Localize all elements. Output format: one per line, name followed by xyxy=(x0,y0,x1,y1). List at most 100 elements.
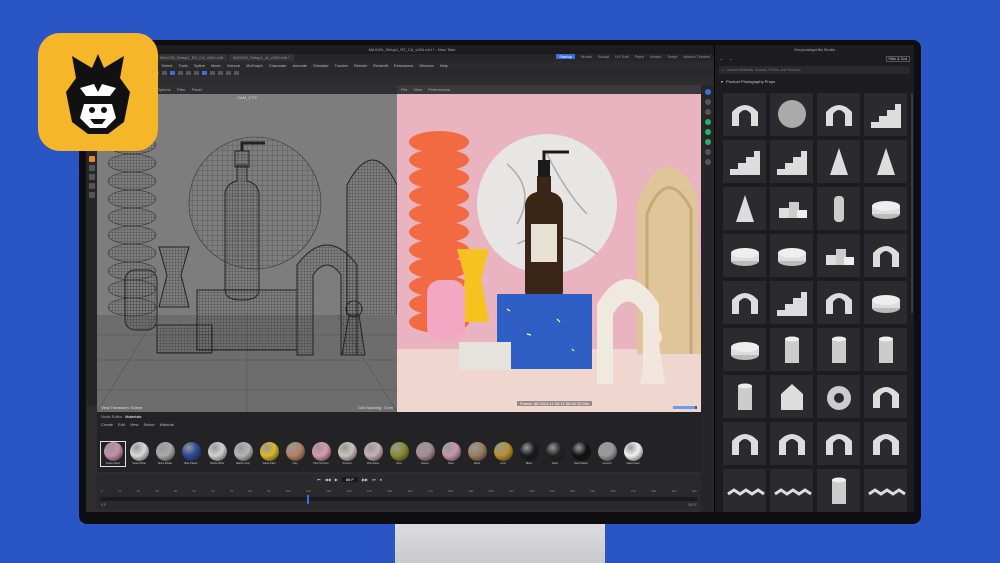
history-icon[interactable] xyxy=(704,159,711,165)
material-swatch[interactable]: Wood xyxy=(465,442,489,466)
round-step-prop-icon[interactable] xyxy=(770,234,813,277)
material-swatch[interactable]: Marble White xyxy=(205,442,229,466)
previous-key-icon[interactable]: ◀◀ xyxy=(325,477,331,482)
mat-menu-item[interactable]: Create xyxy=(101,422,113,427)
cloner-icon[interactable] xyxy=(234,70,239,75)
arch-steps-prop-icon[interactable] xyxy=(770,281,813,324)
layout-tab-paint[interactable]: Paint xyxy=(635,54,644,59)
material-swatch[interactable]: Blue Plastic xyxy=(179,442,203,466)
menu-item[interactable]: Volume xyxy=(227,63,240,68)
record-icon[interactable]: ● xyxy=(380,477,382,482)
points-mode-icon[interactable] xyxy=(88,165,95,171)
material-swatch[interactable]: Dark Plastic xyxy=(569,442,593,466)
spike-prop-icon[interactable] xyxy=(723,187,766,230)
menu-item[interactable]: Extensions xyxy=(394,63,414,68)
menu-item[interactable]: Tools xyxy=(179,63,188,68)
menu-item[interactable]: Tracker xyxy=(335,63,348,68)
column-prop-icon[interactable] xyxy=(864,328,907,371)
cube-icon[interactable] xyxy=(210,70,215,75)
rv-menu-item[interactable]: Preferences xyxy=(428,87,450,92)
menu-item[interactable]: Animate xyxy=(292,63,307,68)
bracket-prop-icon[interactable] xyxy=(864,375,907,418)
stairs-prop-icon[interactable] xyxy=(864,93,907,136)
render-viewport[interactable]: File View Preferences Frame: 86 2024-11-… xyxy=(397,85,701,412)
next-key-icon[interactable]: ▶▶ xyxy=(362,477,368,482)
arch-tall-prop-icon[interactable] xyxy=(817,93,860,136)
doc-tab[interactable]: MAXON_Setup1_R3_CA_v004.c4d xyxy=(156,54,228,61)
layout-tab-sculpt[interactable]: Sculpt xyxy=(598,54,609,59)
greyscalegorilla-icon[interactable] xyxy=(704,119,711,125)
camera-icon[interactable] xyxy=(704,99,711,105)
rainbow-arch-prop-icon[interactable] xyxy=(817,281,860,324)
material-swatch[interactable]: Clay xyxy=(283,442,307,466)
go-to-start-icon[interactable]: ⏮ xyxy=(317,477,321,482)
material-swatch[interactable]: Olive xyxy=(387,442,411,466)
layout-tab-uv-edit[interactable]: UV Edit xyxy=(615,54,629,59)
material-swatch[interactable]: Black xyxy=(517,442,541,466)
material-swatch[interactable]: Marble Gray xyxy=(231,442,255,466)
cylinder-cluster-prop-icon[interactable] xyxy=(817,234,860,277)
start-frame[interactable]: 0 F xyxy=(101,503,106,507)
select-icon[interactable] xyxy=(162,70,167,75)
house-prop-icon[interactable] xyxy=(770,375,813,418)
light-icon[interactable] xyxy=(704,109,711,115)
rv-menu-item[interactable]: View xyxy=(413,87,422,92)
layout-tab-startup[interactable]: Startup xyxy=(556,54,576,59)
scalloped-disc-prop-icon[interactable] xyxy=(864,281,907,324)
menu-item[interactable]: Mesh xyxy=(211,63,221,68)
stairs-small-prop-icon[interactable] xyxy=(723,140,766,183)
zigzag-prop-icon[interactable] xyxy=(723,469,766,512)
pleat-prop-icon[interactable] xyxy=(864,469,907,512)
render-icon[interactable] xyxy=(194,70,199,75)
forward-icon[interactable]: → xyxy=(728,56,733,62)
layout-tab-nodes[interactable]: Nodes xyxy=(650,54,662,59)
arch-prop-icon[interactable] xyxy=(723,93,766,136)
fluted-column-prop-icon[interactable] xyxy=(770,328,813,371)
menu-item[interactable]: Redshift xyxy=(373,63,388,68)
tab-node-editor[interactable]: Node Editor xyxy=(101,414,122,419)
arch-block-prop-icon[interactable] xyxy=(864,422,907,465)
column-prop-icon[interactable] xyxy=(723,375,766,418)
current-frame-field[interactable]: 86 F xyxy=(341,477,358,482)
menu-item[interactable]: MoGraph xyxy=(246,63,263,68)
arch-bridge-prop-icon[interactable] xyxy=(864,234,907,277)
redshift-icon[interactable] xyxy=(704,89,711,95)
material-swatch[interactable]: Stone Plastic xyxy=(153,442,177,466)
scalloped-disc-prop-icon[interactable] xyxy=(723,328,766,371)
mat-menu-item[interactable]: Material xyxy=(160,422,174,427)
menu-item[interactable]: Simulate xyxy=(313,63,329,68)
rv-menu-item[interactable]: File xyxy=(401,87,407,92)
fluted-cylinder-prop-icon[interactable] xyxy=(817,328,860,371)
menu-item[interactable]: Help xyxy=(440,63,448,68)
material-swatch[interactable]: Clean White xyxy=(127,442,151,466)
disc-prop-icon[interactable] xyxy=(770,93,813,136)
material-swatch[interactable]: Scatter Mesh xyxy=(100,441,126,467)
filter-sort-button[interactable]: Filter & Sort xyxy=(885,56,910,62)
pen-icon[interactable] xyxy=(218,70,223,75)
menu-item[interactable]: Character xyxy=(269,63,287,68)
material-swatch[interactable]: Terrazzo xyxy=(335,442,359,466)
subdivision-icon[interactable] xyxy=(226,70,231,75)
tab-materials[interactable]: Materials xyxy=(125,414,141,419)
play-icon[interactable]: ▶ xyxy=(335,477,338,482)
section-header[interactable]: ▾ Product Photography Props xyxy=(715,76,914,87)
search-input[interactable] xyxy=(726,68,877,72)
move-icon[interactable] xyxy=(170,70,175,75)
playhead[interactable] xyxy=(307,495,309,504)
frame-prop-icon[interactable] xyxy=(723,422,766,465)
menu-item[interactable]: Window xyxy=(419,63,433,68)
scrollbar[interactable] xyxy=(911,93,913,313)
uv-mode-icon[interactable] xyxy=(88,192,95,198)
scale-icon[interactable] xyxy=(178,70,183,75)
menu-item[interactable]: Spline xyxy=(194,63,205,68)
go-to-end-icon[interactable]: ⏭ xyxy=(372,477,376,482)
u-arch-prop-icon[interactable] xyxy=(770,422,813,465)
mat-menu-item[interactable]: View xyxy=(130,422,139,427)
polygons-mode-icon[interactable] xyxy=(88,183,95,189)
asset-icon[interactable] xyxy=(704,139,711,145)
plus-library-icon[interactable] xyxy=(704,129,711,135)
material-swatch[interactable]: Glass Clear xyxy=(621,442,645,466)
round-step-prop-icon[interactable] xyxy=(723,234,766,277)
cylinder-step-prop-icon[interactable] xyxy=(864,187,907,230)
rotate-icon[interactable] xyxy=(186,70,191,75)
